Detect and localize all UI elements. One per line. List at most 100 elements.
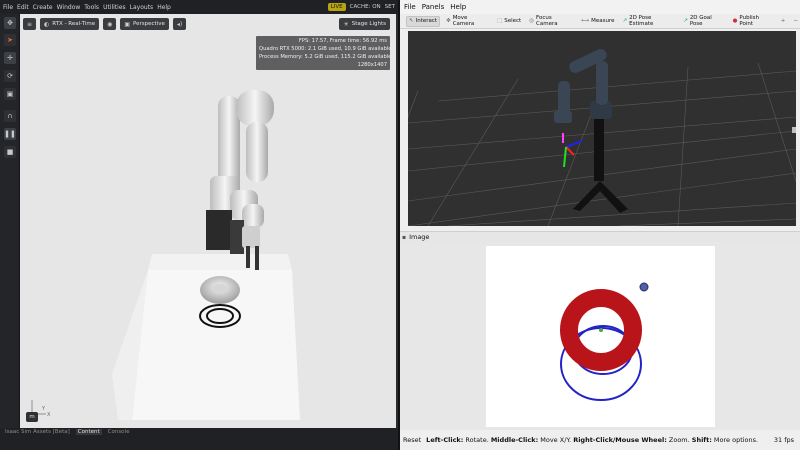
rviz-3d-view[interactable] — [408, 31, 796, 226]
hint-left-click-action: Rotate. — [463, 436, 491, 444]
remove-tool-button[interactable]: − — [791, 16, 800, 27]
render-mode-label: RTX - Real-Time — [52, 21, 96, 27]
tab-console[interactable]: Console — [106, 429, 132, 435]
add-tool-button[interactable]: + — [779, 16, 788, 27]
goal-pose-tool[interactable]: ↗ 2D Goal Pose — [681, 15, 726, 27]
menu-layouts[interactable]: Layouts — [130, 4, 154, 11]
rviz-window: File Panels Help ↖ Interact ✥ Move Camera … — [400, 0, 800, 450]
rviz-robot-link — [596, 61, 608, 105]
gpu-stat: Quadro RTX 5000: 2.1 GiB used, 10.9 GiB … — [259, 46, 392, 52]
focus-camera-label: Focus Camera — [536, 15, 558, 27]
rviz-toolbar: ↖ Interact ✥ Move Camera ⬚ Select ◎ Focus Ca… — [400, 14, 800, 29]
table-top — [148, 254, 292, 270]
rviz-menu-file[interactable]: File — [404, 3, 416, 11]
rviz-scene — [408, 49, 796, 226]
rviz-menu-panels[interactable]: Panels — [422, 3, 445, 11]
menu-create[interactable]: Create — [33, 4, 53, 11]
live-button[interactable]: LIVE — [327, 3, 346, 11]
rviz-side-handle[interactable] — [792, 127, 796, 133]
publish-point-label: Publish Point — [739, 15, 760, 27]
image-panel-icon: ▪ — [402, 233, 407, 241]
pose-estimate-label: 2D Pose Estimate — [629, 15, 654, 27]
menu-edit[interactable]: Edit — [17, 4, 29, 11]
reset-button[interactable]: Reset — [403, 436, 421, 444]
stage-lights-label: Stage Lights — [351, 21, 386, 27]
move-camera-tool[interactable]: ✥ Move Camera — [444, 15, 491, 27]
plus-icon: + — [780, 18, 786, 24]
select-tool[interactable]: ⬚ Select — [495, 16, 523, 27]
menu-window[interactable]: Window — [57, 4, 81, 11]
audio-button[interactable]: ◂) — [172, 18, 187, 30]
pause-tool-icon[interactable]: ❚❚ — [4, 128, 16, 140]
publish-point-icon: ● — [732, 18, 738, 24]
isaac-sim-window: File Edit Create Window Tools Utilities … — [0, 0, 398, 450]
tab-isaac-assets[interactable]: Isaac Sim Assets [Beta] — [3, 429, 72, 435]
rviz-status-bar: Reset Left-Click: Rotate. Middle-Click: … — [400, 433, 800, 447]
sun-icon: ☀ — [343, 20, 349, 28]
minus-icon: − — [793, 18, 798, 24]
rviz-menubar: File Panels Help — [400, 0, 800, 14]
snap-tool-icon[interactable]: ∩ — [4, 110, 16, 122]
move-camera-icon: ✥ — [446, 18, 451, 24]
menu-help[interactable]: Help — [157, 4, 171, 11]
menu-file[interactable]: File — [3, 4, 13, 11]
lightbulb-icon: ◐ — [44, 20, 50, 28]
focus-camera-tool[interactable]: ◎ Focus Camera — [527, 15, 575, 27]
publish-point-tool[interactable]: ● Publish Point — [731, 15, 775, 27]
gripper-finger-right — [255, 246, 259, 270]
stop-tool-icon[interactable]: ■ — [4, 146, 16, 158]
move-camera-label: Move Camera — [452, 15, 475, 27]
move-tool-icon[interactable]: ✛ — [4, 52, 16, 64]
hint-middle-click-action: Move X/Y. — [538, 436, 574, 444]
hint-shift-action: More options. — [711, 436, 759, 444]
pointer-tool-icon[interactable]: ➤ — [4, 34, 16, 46]
bottom-tabs: Isaac Sim Assets [Beta] Content Console — [0, 428, 398, 436]
tf-axis-green — [563, 146, 567, 168]
set-label: SET — [384, 4, 395, 10]
isaac-viewport[interactable]: ≡ ◐ RTX - Real-Time ◉ ▣ Perspective ◂) ☀ St… — [20, 14, 396, 430]
tab-content[interactable]: Content — [75, 429, 102, 435]
hint-left-click: Left-Click: — [426, 436, 464, 444]
tracked-marker — [639, 282, 649, 292]
visibility-button[interactable]: ◉ — [103, 18, 117, 30]
goal-pose-label: 2D Goal Pose — [689, 15, 712, 27]
menu-utilities[interactable]: Utilities — [103, 4, 126, 11]
image-panel-title: Image — [409, 233, 430, 241]
camera-icon: ▣ — [124, 20, 131, 28]
screen: File Edit Create Window Tools Utilities … — [0, 0, 800, 450]
image-panel-header: ▪ Image — [400, 231, 800, 242]
interact-tool[interactable]: ↖ Interact — [406, 15, 441, 27]
hint-shift: Shift: — [691, 436, 712, 444]
measure-tool[interactable]: ⟷ Measure — [579, 16, 616, 27]
speaker-icon: ◂) — [176, 20, 183, 28]
isaac-menubar: File Edit Create Window Tools Utilities … — [0, 0, 398, 14]
axis-y-label: Y — [41, 406, 46, 412]
menu-tools[interactable]: Tools — [84, 4, 99, 11]
pose-estimate-tool[interactable]: ↗ 2D Pose Estimate — [621, 15, 678, 27]
camera-image-content — [560, 282, 649, 401]
render-mode-button[interactable]: ◐ RTX - Real-Time — [40, 18, 100, 30]
fps-stat: FPS: 17.57, Frame time: 56.92 ms — [298, 38, 387, 44]
eye-icon: ◉ — [107, 20, 113, 28]
select-tool-icon[interactable]: ✥ — [4, 17, 16, 29]
image-panel — [400, 242, 800, 430]
unit-badge[interactable]: m — [26, 412, 38, 422]
axis-x-label: X — [47, 412, 51, 418]
goal-pose-icon: ↗ — [683, 18, 688, 24]
rviz-robot-stand — [594, 116, 604, 181]
viewport-settings-button[interactable]: ≡ — [23, 18, 37, 30]
interact-icon: ↖ — [409, 18, 414, 24]
rviz-menu-help[interactable]: Help — [450, 3, 466, 11]
rotate-tool-icon[interactable]: ⟳ — [4, 70, 16, 82]
performance-overlay: FPS: 17.57, Frame time: 56.92 ms Quadro … — [256, 36, 392, 70]
scale-tool-icon[interactable]: ▣ — [4, 88, 16, 100]
robot-base — [206, 210, 232, 250]
camera-button[interactable]: ▣ Perspective — [120, 18, 169, 30]
camera-image — [486, 246, 715, 427]
camera-label: Perspective — [133, 21, 165, 27]
isaac-bottom-panel: Isaac Sim Assets [Beta] Content Console — [0, 428, 398, 450]
stage-lights-button[interactable]: ☀ Stage Lights — [339, 18, 390, 30]
hint-middle-click: Middle-Click: — [490, 436, 539, 444]
isaac-toolbar: ✥ ➤ ✛ ⟳ ▣ ∩ ❚❚ ■ — [0, 14, 20, 430]
focus-camera-icon: ◎ — [529, 18, 534, 24]
